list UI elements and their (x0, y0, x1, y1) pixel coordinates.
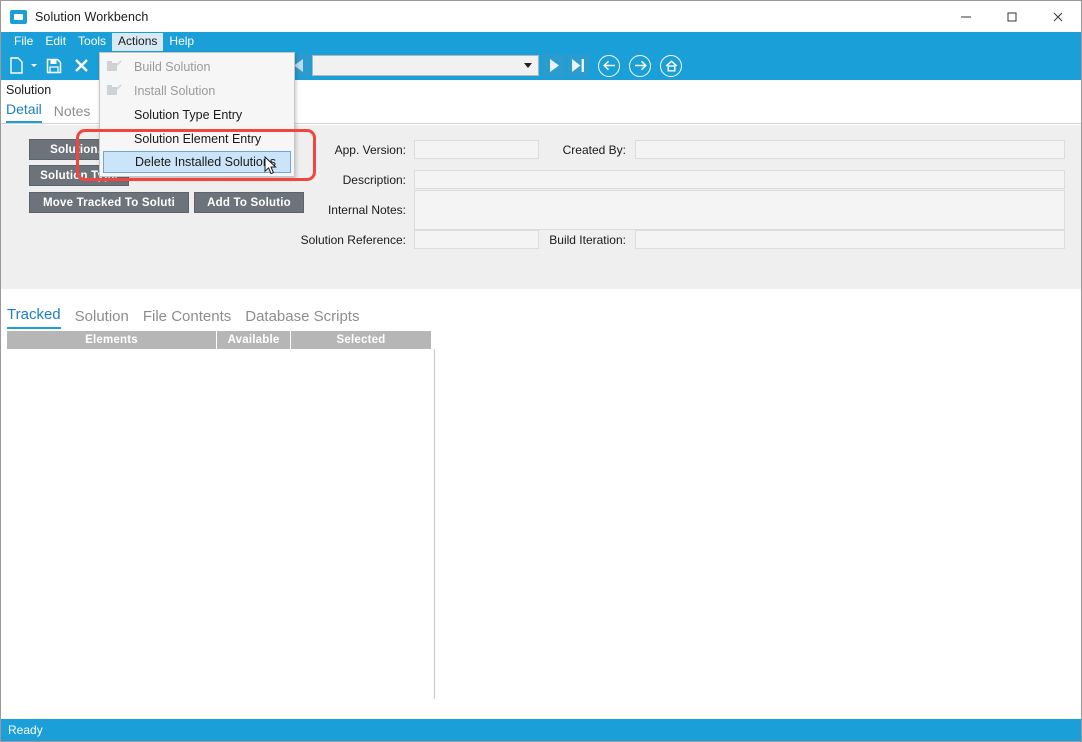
minimize-icon[interactable] (943, 1, 989, 32)
menu-item-label: Solution Type Entry (134, 108, 242, 122)
home-icon[interactable] (660, 55, 682, 77)
menu-bar: File Edit Tools Actions Help (1, 32, 1081, 51)
tab-detail[interactable]: Detail (6, 101, 42, 123)
menu-item-label: Build Solution (134, 60, 210, 74)
save-icon[interactable] (42, 54, 66, 78)
solution-reference-label: Solution Reference: (251, 233, 406, 248)
menu-tools[interactable]: Tools (72, 33, 112, 51)
application-window: Solution Workbench File Edit Tools Actio… (0, 0, 1082, 742)
menu-item-label: Solution Element Entry (134, 132, 261, 146)
description-field[interactable] (414, 170, 1065, 189)
menu-item-build-solution[interactable]: Build Solution (100, 55, 294, 79)
grid-column-selected[interactable]: Selected (291, 331, 431, 349)
menu-item-label: Install Solution (134, 84, 215, 98)
menu-item-solution-element-entry[interactable]: Solution Element Entry (100, 127, 294, 151)
menu-actions[interactable]: Actions (112, 33, 163, 51)
title-bar: Solution Workbench (1, 1, 1081, 32)
window-title: Solution Workbench (35, 10, 148, 24)
last-record-icon[interactable] (567, 54, 589, 77)
chevron-down-icon (524, 63, 532, 68)
build-icon (107, 60, 122, 73)
menu-edit[interactable]: Edit (39, 33, 72, 51)
tab-solution[interactable]: Solution (75, 308, 129, 329)
grid-column-elements[interactable]: Elements (7, 331, 217, 349)
build-iteration-field[interactable] (635, 230, 1065, 249)
grid-header-row: Elements Available Selected (7, 331, 431, 349)
menu-item-install-solution[interactable]: Install Solution (100, 79, 294, 103)
status-bar: Ready (1, 719, 1081, 741)
next-record-icon[interactable] (543, 54, 565, 77)
close-icon[interactable] (1035, 1, 1081, 32)
navigate-back-icon[interactable] (598, 55, 620, 77)
navigate-forward-icon[interactable] (629, 55, 651, 77)
actions-dropdown-menu: Build Solution Install Solution Solution… (99, 52, 295, 177)
lower-tab-bar: Tracked Solution File Contents Database … (1, 293, 1081, 329)
app-window-icon (10, 10, 27, 24)
window-controls (943, 1, 1081, 32)
delete-icon[interactable] (69, 54, 93, 78)
grid-column-available[interactable]: Available (217, 331, 291, 349)
page-title: Solution (6, 83, 51, 97)
build-iteration-label: Build Iteration: (471, 233, 626, 248)
menu-item-solution-type-entry[interactable]: Solution Type Entry (100, 103, 294, 127)
created-by-label: Created By: (481, 143, 626, 158)
detail-notes-tabs: Detail Notes (6, 101, 90, 123)
tab-file-contents[interactable]: File Contents (143, 308, 231, 329)
created-by-field[interactable] (635, 140, 1065, 159)
record-selector-combobox[interactable] (312, 55, 539, 76)
menu-item-delete-installed-solutions[interactable]: Delete Installed Solutions (103, 151, 291, 173)
internal-notes-field[interactable] (414, 190, 1065, 230)
status-text: Ready (8, 723, 43, 737)
maximize-icon[interactable] (989, 1, 1035, 32)
menu-item-label: Delete Installed Solutions (135, 155, 276, 169)
new-document-icon[interactable] (4, 54, 28, 78)
tab-notes[interactable]: Notes (54, 103, 91, 123)
install-icon (107, 84, 122, 97)
tab-database-scripts[interactable]: Database Scripts (245, 308, 359, 329)
menu-file[interactable]: File (8, 33, 39, 51)
menu-help[interactable]: Help (163, 33, 200, 51)
internal-notes-label: Internal Notes: (251, 203, 406, 218)
new-document-dropdown-icon[interactable] (28, 54, 39, 78)
tab-tracked[interactable]: Tracked (7, 306, 61, 329)
move-tracked-to-solution-button[interactable]: Move Tracked To Soluti (29, 192, 189, 213)
grid-body[interactable] (7, 349, 435, 699)
